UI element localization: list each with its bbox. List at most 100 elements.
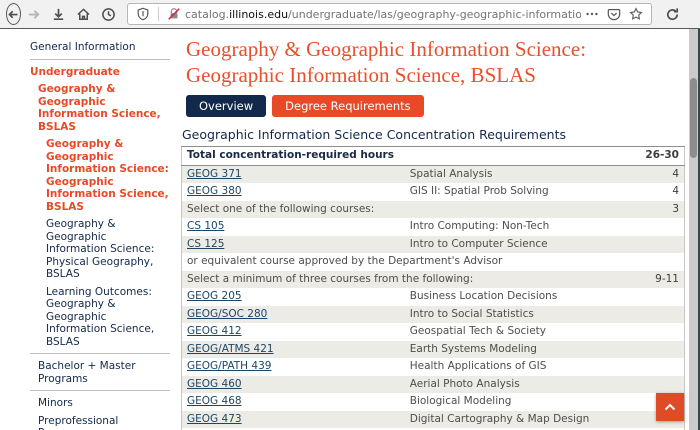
table-row: Total concentration-required hours 26-30 [181, 146, 685, 166]
table-row: Select one of the following courses: 3 [181, 200, 685, 218]
hours-value [628, 323, 685, 341]
course-code-cell: GEOG 473 [182, 411, 405, 429]
course-title: Health Applications of GIS [409, 360, 547, 372]
url-text: catalog.illinois.edu/undergraduate/las/g… [185, 8, 581, 21]
sidebar-item[interactable]: Undergraduate [30, 63, 170, 81]
course-link[interactable]: GEOG 468 [187, 395, 242, 407]
reload-icon [667, 7, 679, 20]
url-bar[interactable]: catalog.illinois.edu/undergraduate/las/g… [127, 3, 652, 25]
course-link[interactable]: GEOG/SOC 280 [187, 308, 267, 320]
chevron-up-icon [664, 403, 676, 411]
hours-value [628, 376, 685, 394]
page-title-line1: Geography & Geographic Information Scien… [186, 37, 587, 61]
page-title: Geography & Geographic Information Scien… [186, 36, 686, 88]
course-code-cell: GEOG/ATMS 421 [182, 341, 405, 359]
table-row: GEOG 473 Digital Cartography & Map Design [181, 410, 685, 429]
history-button[interactable] [96, 7, 121, 22]
course-link[interactable]: GEOG 473 [187, 413, 242, 425]
course-link[interactable]: CS 105 [187, 220, 224, 232]
course-code-cell: GEOG/PATH 439 [182, 358, 405, 376]
course-link[interactable]: GEOG 460 [187, 378, 242, 390]
course-title: Business Location Decisions [409, 290, 558, 302]
downloads-button[interactable] [46, 7, 71, 22]
page-actions-icon[interactable] [585, 7, 599, 21]
app-menu-button[interactable] [695, 7, 700, 22]
url-prefix: catalog. [185, 7, 230, 21]
hours-value [628, 236, 685, 254]
course-link[interactable]: GEOG 412 [187, 325, 242, 337]
url-domain: illinois.edu [229, 7, 289, 21]
section-heading: Geographic Information Science Concentra… [182, 127, 566, 142]
course-title: Intro to Computer Science [409, 237, 548, 250]
course-code-cell: GEOG 412 [182, 323, 405, 341]
hours-value: 4 [672, 185, 679, 197]
page-title-line2: Geographic Information Science, BSLAS [186, 63, 536, 87]
course-link[interactable]: CS 125 [187, 238, 224, 250]
back-icon [8, 10, 18, 18]
tracking-shield-icon [137, 7, 149, 21]
sidebar-item[interactable]: Learning Outcomes: Geography & Geographi… [30, 283, 170, 351]
browser-window: catalog.illinois.edu/undergraduate/las/g… [0, 0, 700, 430]
scroll-to-top-button[interactable] [656, 393, 684, 421]
download-icon [53, 8, 64, 20]
table-row: or equivalent course approved by the Dep… [181, 253, 685, 271]
hours-value: 4 [672, 167, 679, 180]
tab-overview[interactable]: Overview [186, 95, 267, 117]
table-row: Select a minimum of three courses from t… [181, 270, 685, 288]
course-code-cell: CS 125 [182, 236, 405, 254]
sidebar-item[interactable]: General Information [30, 38, 170, 56]
table-row: GEOG/ATMS 421 Earth Systems Modeling [181, 340, 685, 359]
table-row: CS 105 Intro Computing: Non-Tech [181, 218, 685, 236]
tab-bar: Overview Degree Requirements [186, 95, 686, 117]
home-button[interactable] [71, 7, 96, 22]
bookmark-star-icon[interactable] [629, 7, 643, 21]
requirements-table-body: Total concentration-required hours 26-30 G… [181, 146, 685, 430]
course-title: Aerial Photo Analysis [409, 377, 520, 390]
table-row: GEOG/PATH 439 Health Applications of GIS [181, 358, 685, 376]
course-title: Spatial Analysis [409, 167, 493, 180]
select-label: Select one of the following courses: [187, 202, 375, 215]
sidebar-item[interactable]: Minors [30, 394, 170, 412]
hours-value [628, 306, 685, 324]
tab-degree-requirements[interactable]: Degree Requirements [272, 95, 424, 117]
course-code-cell: GEOG 371 [182, 165, 405, 183]
hours-value: 3 [672, 202, 679, 215]
back-button[interactable] [6, 3, 21, 25]
course-code-cell: GEOG 380 [182, 183, 405, 201]
sidebar-divider [30, 58, 170, 60]
main-content: Geography & Geographic Information Scien… [181, 30, 686, 430]
forward-icon [28, 9, 40, 19]
table-row: GEOG 412 Geospatial Tech & Society [181, 323, 685, 341]
sidebar-item[interactable]: Geography & Geographic Information Scien… [30, 135, 170, 215]
scrollbar-thumb[interactable] [690, 78, 697, 158]
course-code-cell: GEOG 468 [182, 393, 405, 411]
catalog-page: General Information Undergraduate Geograph… [0, 30, 690, 430]
vertical-scrollbar[interactable] [689, 29, 700, 430]
sidebar-item[interactable]: Geography & Geographic Information Scien… [30, 80, 170, 135]
course-code-cell: GEOG 205 [182, 288, 405, 306]
table-row: GEOG 380 GIS II: Spatial Prob Solving 4 [181, 183, 685, 201]
hours-value: 26-30 [628, 146, 685, 166]
forward-button[interactable] [21, 7, 46, 22]
reload-button[interactable] [660, 7, 685, 22]
course-title: Intro Computing: Non-Tech [409, 220, 550, 232]
url-path: /undergraduate/las/geography-geographic-… [288, 7, 581, 21]
hours-value [628, 253, 685, 271]
course-link[interactable]: GEOG/ATMS 421 [187, 343, 274, 355]
course-title: Digital Cartography & Map Design [409, 412, 590, 425]
sidebar-item[interactable]: Geography & Geographic Information Scien… [30, 215, 170, 283]
hours-value [628, 341, 685, 359]
sidebar-divider [30, 353, 170, 354]
course-title: Geospatial Tech & Society [409, 325, 547, 337]
pocket-icon[interactable] [607, 7, 621, 21]
course-code-cell: CS 105 [182, 218, 405, 236]
course-link[interactable]: GEOG 371 [187, 168, 242, 180]
course-link[interactable]: GEOG 205 [187, 290, 242, 302]
sidebar-item[interactable]: Bachelor + Master Programs [30, 357, 170, 387]
url-bar-divider [158, 7, 159, 21]
hours-value [628, 358, 685, 376]
course-link[interactable]: GEOG 380 [187, 185, 242, 197]
select-label: Select a minimum of three courses from t… [187, 272, 474, 285]
sidebar-item[interactable]: Preprofessional Programs [30, 412, 170, 430]
course-link[interactable]: GEOG/PATH 439 [187, 360, 271, 372]
